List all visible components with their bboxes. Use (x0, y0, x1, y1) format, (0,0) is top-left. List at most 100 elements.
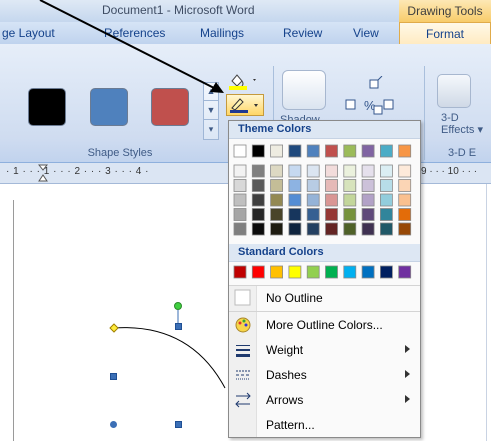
theme-colors-grid[interactable] (229, 139, 420, 241)
more-outline-colors-item[interactable]: More Outline Colors... (229, 313, 420, 337)
theme-color-shade[interactable] (306, 179, 320, 192)
theme-color-swatch[interactable] (379, 144, 393, 158)
theme-color-shade[interactable] (270, 222, 283, 236)
theme-color-shade[interactable] (361, 193, 375, 207)
theme-color-shade[interactable] (233, 179, 247, 192)
standard-color-swatch[interactable] (288, 265, 302, 279)
resize-handle[interactable] (175, 421, 182, 428)
gallery-more-button[interactable]: ▾ (203, 120, 219, 139)
theme-color-swatch[interactable] (270, 144, 283, 158)
standard-color-swatch[interactable] (306, 265, 320, 279)
theme-color-shade[interactable] (306, 193, 320, 207)
shape-fill-button[interactable] (226, 71, 260, 91)
arrows-item[interactable]: Arrows (229, 388, 420, 412)
theme-color-shade[interactable] (233, 193, 247, 207)
theme-color-shade[interactable] (251, 222, 265, 236)
theme-color-shade[interactable] (270, 164, 283, 178)
theme-color-shade[interactable] (251, 179, 265, 192)
weight-item[interactable]: Weight (229, 338, 420, 362)
theme-color-swatch[interactable] (398, 144, 412, 158)
theme-color-swatch[interactable] (325, 144, 338, 158)
standard-color-swatch[interactable] (325, 265, 338, 279)
theme-color-shade[interactable] (398, 164, 412, 178)
theme-color-shade[interactable] (398, 208, 412, 221)
theme-color-shade[interactable] (361, 179, 375, 192)
gallery-down-button[interactable]: ▼ (203, 101, 219, 120)
theme-color-shade[interactable] (233, 164, 247, 178)
theme-color-shade[interactable] (379, 164, 393, 178)
theme-color-shade[interactable] (288, 208, 302, 221)
theme-color-shade[interactable] (306, 208, 320, 221)
theme-color-shade[interactable] (361, 164, 375, 178)
standard-color-swatch[interactable] (270, 265, 283, 279)
theme-color-shade[interactable] (398, 179, 412, 192)
3d-effects-button[interactable] (437, 74, 471, 108)
theme-color-shade[interactable] (379, 208, 393, 221)
shape-style-blue[interactable] (90, 88, 128, 126)
theme-color-shade[interactable] (251, 208, 265, 221)
theme-color-shade[interactable] (325, 193, 338, 207)
shape-outline-button[interactable] (226, 94, 264, 116)
theme-color-shade[interactable] (343, 222, 357, 236)
resize-handle[interactable] (110, 373, 117, 380)
gallery-up-button[interactable]: ▲ (203, 82, 219, 101)
theme-color-swatch[interactable] (251, 144, 265, 158)
theme-color-shade[interactable] (361, 222, 375, 236)
standard-colors-grid[interactable] (229, 262, 420, 282)
theme-color-shade[interactable] (288, 193, 302, 207)
theme-color-swatch[interactable] (288, 144, 302, 158)
theme-color-shade[interactable] (398, 222, 412, 236)
resize-handle[interactable] (175, 323, 182, 330)
indent-marker-icon[interactable] (37, 164, 49, 185)
theme-color-shade[interactable] (379, 222, 393, 236)
theme-color-shade[interactable] (343, 179, 357, 192)
no-outline-item[interactable]: No Outline (229, 286, 420, 310)
theme-color-shade[interactable] (288, 179, 302, 192)
theme-color-swatch[interactable] (343, 144, 357, 158)
theme-color-shade[interactable] (270, 179, 283, 192)
theme-color-swatch[interactable] (233, 144, 247, 158)
selected-arc-shape[interactable] (100, 298, 230, 441)
theme-color-shade[interactable] (288, 222, 302, 236)
theme-color-shade[interactable] (251, 164, 265, 178)
theme-color-shade[interactable] (288, 164, 302, 178)
theme-color-swatch[interactable] (306, 144, 320, 158)
tab-review[interactable]: Review (283, 22, 322, 44)
standard-color-swatch[interactable] (398, 265, 412, 279)
theme-color-shade[interactable] (325, 208, 338, 221)
theme-color-shade[interactable] (343, 193, 357, 207)
shape-style-red[interactable] (151, 88, 189, 126)
theme-color-shade[interactable] (270, 193, 283, 207)
shadow-effects-button[interactable] (282, 70, 326, 110)
tab-view[interactable]: View (353, 22, 379, 44)
theme-color-shade[interactable] (325, 222, 338, 236)
standard-color-swatch[interactable] (379, 265, 393, 279)
standard-color-swatch[interactable] (251, 265, 265, 279)
theme-color-shade[interactable] (379, 179, 393, 192)
tab-mailings[interactable]: Mailings (200, 22, 244, 44)
standard-color-swatch[interactable] (233, 265, 247, 279)
pattern-item[interactable]: Pattern... (229, 413, 420, 437)
theme-color-shade[interactable] (270, 208, 283, 221)
tab-format[interactable]: Format (399, 22, 491, 45)
standard-color-swatch[interactable] (343, 265, 357, 279)
theme-color-shade[interactable] (398, 193, 412, 207)
theme-color-shade[interactable] (343, 208, 357, 221)
theme-color-shade[interactable] (233, 222, 247, 236)
theme-color-shade[interactable] (343, 164, 357, 178)
tab-references[interactable]: References (104, 22, 165, 44)
shape-style-black[interactable] (28, 88, 66, 126)
theme-color-shade[interactable] (325, 164, 338, 178)
theme-color-shade[interactable] (361, 208, 375, 221)
tab-page-layout[interactable]: ge Layout (2, 22, 55, 44)
resize-handle[interactable] (110, 421, 117, 428)
theme-color-shade[interactable] (233, 208, 247, 221)
dashes-item[interactable]: Dashes (229, 363, 420, 387)
theme-color-shade[interactable] (251, 193, 265, 207)
theme-color-swatch[interactable] (361, 144, 375, 158)
theme-color-shade[interactable] (325, 179, 338, 192)
theme-color-shade[interactable] (306, 222, 320, 236)
theme-color-shade[interactable] (306, 164, 320, 178)
nudge-shadow-icons[interactable]: % (340, 75, 412, 116)
standard-color-swatch[interactable] (361, 265, 375, 279)
